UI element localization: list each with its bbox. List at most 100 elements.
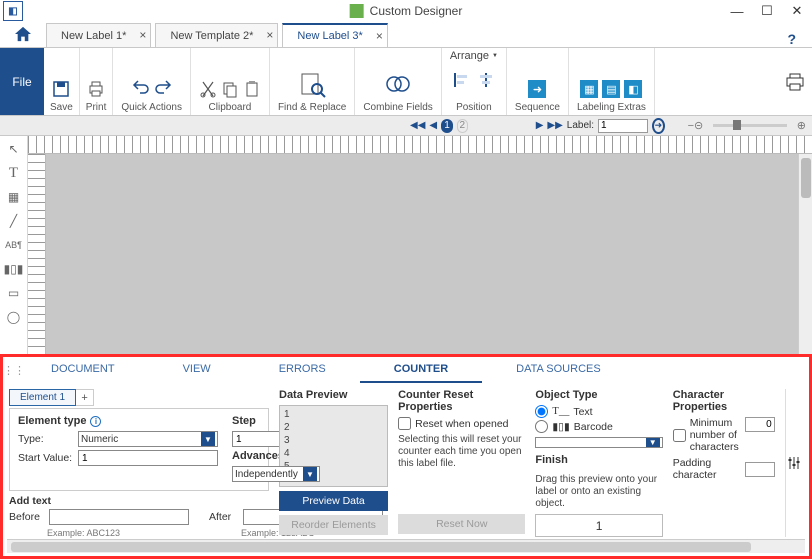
cut-icon[interactable]	[199, 80, 217, 98]
radio-barcode[interactable]: ▮▯▮Barcode	[535, 420, 662, 433]
radio-text[interactable]: T__Text	[535, 405, 662, 418]
tab-data-sources[interactable]: DATA SOURCES	[482, 357, 635, 383]
paste-icon[interactable]	[243, 80, 261, 98]
reorder-elements-button: Reorder Elements	[279, 515, 388, 535]
finish-header: Finish	[535, 454, 662, 466]
start-value-input[interactable]	[78, 450, 218, 466]
close-icon[interactable]: ×	[376, 29, 383, 43]
doc-tab-label: New Label 3*	[297, 30, 362, 42]
counter-reset-header: Counter Reset Properties	[398, 389, 525, 413]
tab-counter[interactable]: COUNTER	[360, 357, 482, 383]
prev-page-button[interactable]: ◀	[429, 120, 437, 131]
close-icon[interactable]: ×	[139, 28, 146, 42]
panel-settings-toggle[interactable]	[785, 389, 803, 537]
doc-tab-1[interactable]: New Label 1* ×	[46, 23, 151, 47]
line-tool[interactable]: ╱	[5, 212, 23, 230]
arrange-dropdown[interactable]: Arrange▼	[450, 50, 498, 62]
align-left-icon[interactable]	[453, 71, 471, 89]
last-page-button[interactable]: ▶▶	[547, 120, 562, 131]
find-replace-group[interactable]: Find & Replace	[270, 48, 355, 115]
close-button[interactable]: ✕	[782, 1, 812, 21]
preview-data-button[interactable]: Preview Data	[279, 491, 388, 511]
object-type-header: Object Type	[535, 389, 662, 401]
help-button[interactable]: ?	[787, 31, 796, 47]
advances-select[interactable]: Independently▼	[232, 466, 320, 482]
sequence-group[interactable]: ➜ Sequence	[507, 48, 569, 115]
padding-char-label: Padding character	[673, 457, 739, 481]
shape-tool[interactable]: ◯	[5, 308, 23, 326]
redo-icon[interactable]	[154, 80, 172, 98]
type-label: Type:	[18, 433, 74, 445]
position-label: Position	[456, 102, 492, 113]
design-canvas[interactable]	[46, 154, 798, 354]
find-label: Find & Replace	[278, 102, 346, 113]
before-input[interactable]	[49, 509, 189, 525]
labeling-extras-group[interactable]: ▦ ▤ ◧ Labeling Extras	[569, 48, 655, 115]
doc-tab-2[interactable]: New Template 2* ×	[155, 23, 278, 47]
add-text-header: Add text	[9, 495, 269, 507]
after-label: After	[209, 511, 239, 523]
home-button[interactable]	[0, 21, 46, 47]
close-icon[interactable]: ×	[266, 28, 273, 42]
extra1-icon: ▦	[580, 80, 598, 98]
finish-preview[interactable]: 1	[535, 514, 662, 537]
page-current[interactable]: 1	[441, 119, 453, 133]
combine-label: Combine Fields	[363, 102, 432, 113]
extra3-icon: ◧	[624, 80, 642, 98]
go-button[interactable]: ➜	[652, 118, 665, 134]
zoom-in-icon[interactable]: ⊕	[797, 119, 806, 132]
ruler-vertical	[28, 154, 46, 354]
next-page-button[interactable]: ▶	[536, 120, 544, 131]
type-select[interactable]: Numeric▼	[78, 431, 218, 447]
minimize-button[interactable]: —	[722, 1, 752, 21]
quick-actions-label: Quick Actions	[121, 102, 182, 113]
zoom-slider[interactable]	[713, 124, 787, 127]
element-tab-1[interactable]: Element 1	[9, 389, 76, 406]
info-icon[interactable]: i	[90, 416, 101, 427]
sequence-icon: ➜	[528, 80, 546, 98]
padding-char-input[interactable]	[745, 462, 775, 477]
print-label: Print	[86, 102, 107, 113]
label-index-input[interactable]	[598, 119, 648, 133]
min-chars-checkbox[interactable]: Minimum number of characters	[673, 417, 739, 453]
richtext-tool[interactable]: AB¶	[5, 236, 23, 254]
app-icon: ◧	[3, 1, 23, 21]
undo-icon[interactable]	[132, 80, 150, 98]
barcode-type-select[interactable]: ▼	[535, 437, 662, 448]
doc-tab-3[interactable]: New Label 3* ×	[282, 23, 387, 47]
find-icon	[298, 70, 326, 98]
before-label: Before	[9, 511, 45, 523]
page-other[interactable]: 2	[457, 119, 468, 133]
text-tool[interactable]: T	[5, 164, 23, 182]
add-element-button[interactable]: +	[76, 389, 94, 406]
tab-document[interactable]: DOCUMENT	[17, 357, 149, 383]
tab-view[interactable]: VIEW	[149, 357, 245, 383]
select-tool[interactable]: ↖	[5, 140, 23, 158]
tab-errors[interactable]: ERRORS	[245, 357, 360, 383]
print-button-right[interactable]	[778, 48, 812, 115]
barcode-tool[interactable]: ▮▯▮	[5, 260, 23, 278]
clipboard-label: Clipboard	[209, 102, 252, 113]
panel-drag-handle[interactable]: ⋮⋮	[3, 364, 17, 377]
image-tool[interactable]: ▭	[5, 284, 23, 302]
combine-fields-group[interactable]: Combine Fields	[355, 48, 441, 115]
save-group[interactable]: Save	[44, 48, 80, 115]
maximize-button[interactable]: ☐	[752, 1, 782, 21]
vertical-scrollbar[interactable]	[798, 154, 812, 354]
reset-when-opened-checkbox[interactable]: Reset when opened	[398, 417, 525, 430]
copy-icon[interactable]	[221, 80, 239, 98]
horizontal-scrollbar[interactable]	[7, 539, 805, 553]
position-group: Arrange▼ Position	[442, 48, 507, 115]
min-chars-input[interactable]	[745, 417, 775, 432]
align-center-icon[interactable]	[477, 71, 495, 89]
zoom-out-icon[interactable]: −⊝	[688, 119, 704, 132]
print-group[interactable]: Print	[80, 48, 114, 115]
first-page-button[interactable]: ◀◀	[410, 120, 425, 131]
save-icon	[52, 80, 70, 98]
sliders-icon	[787, 456, 801, 470]
quick-actions-group: Quick Actions	[113, 48, 191, 115]
date-tool[interactable]: ▦	[5, 188, 23, 206]
ruler-horizontal	[28, 136, 812, 154]
doc-tab-label: New Label 1*	[61, 30, 126, 42]
file-menu[interactable]: File	[0, 48, 44, 115]
